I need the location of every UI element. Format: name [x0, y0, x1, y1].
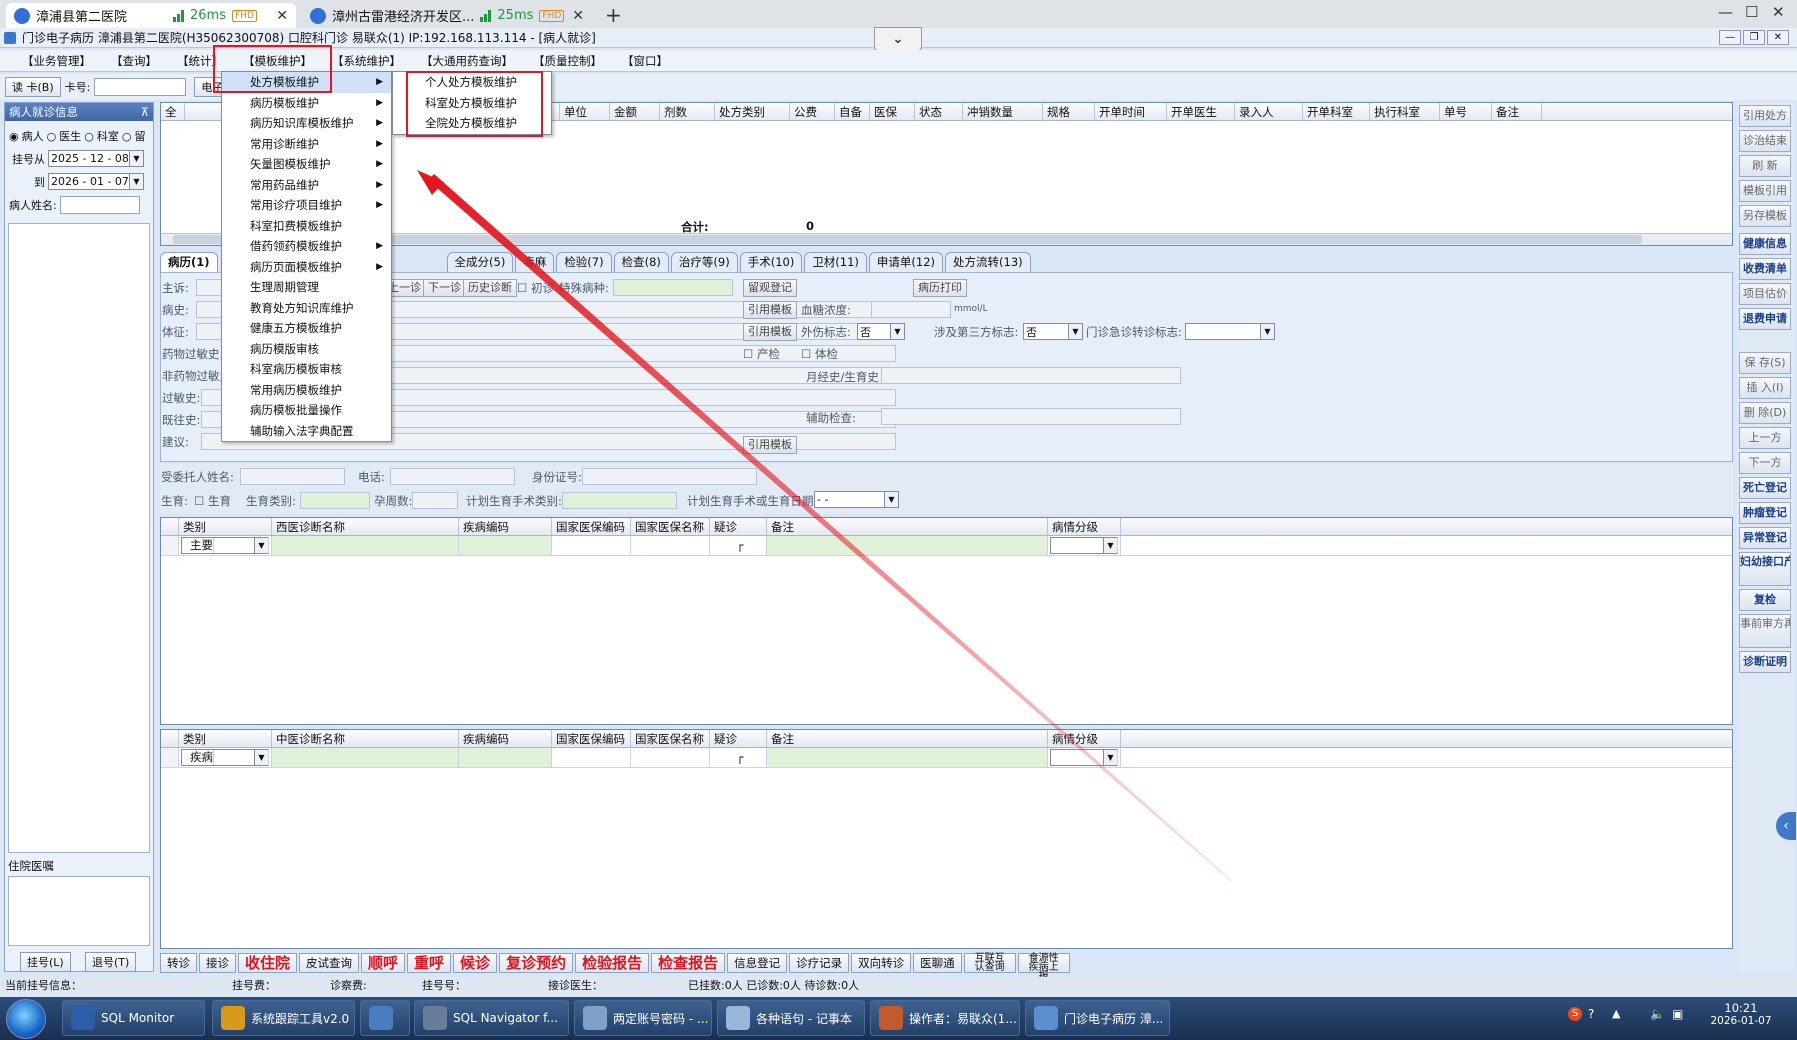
annotation-arrow	[417, 170, 1232, 882]
arrow-head	[417, 170, 444, 195]
arrow-shaft	[428, 174, 1232, 882]
